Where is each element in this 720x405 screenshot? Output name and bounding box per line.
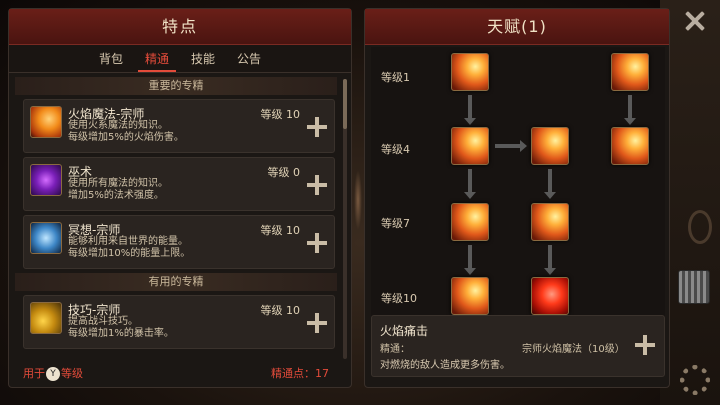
mastery-card-meditation[interactable]: 冥想-宗师 等级 10 能够利用来自世界的能量。 每级增加10%的能量上限。	[23, 215, 335, 269]
gear-icon[interactable]	[680, 365, 710, 395]
add-point-button[interactable]	[306, 116, 328, 138]
mastery-card-fire-magic[interactable]: 火焰魔法-宗师 等级 10 使用火系魔法的知识。 每级增加5%的火焰伤害。	[23, 99, 335, 153]
traits-title: 特点	[9, 9, 351, 45]
footer-hint-suffix: 等级	[61, 367, 83, 380]
inventory-chest-icon[interactable]	[678, 270, 710, 304]
talent-detail-title: 火焰痛击	[380, 324, 429, 338]
talent-title: 天赋(1)	[365, 9, 669, 45]
mastery-level: 等级 0	[267, 166, 301, 179]
mastery-desc-line1: 提高战斗技巧。	[68, 316, 138, 327]
section-header-useful: 有用的专精	[15, 273, 337, 291]
level-label-1: 等级1	[381, 71, 410, 84]
tab-mastery[interactable]: 精通	[137, 45, 176, 72]
level-label-7: 等级7	[381, 217, 410, 230]
close-icon[interactable]	[682, 8, 708, 34]
arrow-down-icon	[544, 169, 556, 199]
mastery-desc: 能够利用来自世界的能量。 每级增加10%的能量上限。	[68, 236, 190, 260]
witchcraft-icon	[30, 164, 62, 196]
talent-fire-strike-icon[interactable]	[531, 277, 569, 315]
talent-fire-icon[interactable]	[611, 127, 649, 165]
level-label-4: 等级4	[381, 143, 410, 156]
add-point-button[interactable]	[306, 232, 328, 254]
mastery-card-skill[interactable]: 技巧-宗师 等级 10 提高战斗技巧。 每级增加1%的暴击率。	[23, 295, 335, 349]
add-point-button[interactable]	[306, 174, 328, 196]
level-label-10: 等级10	[381, 292, 417, 305]
mastery-desc-line1: 能够利用来自世界的能量。	[68, 236, 188, 247]
mastery-desc-line1: 使用火系魔法的知识。	[68, 120, 168, 131]
mastery-desc-line2: 每级增加10%的能量上限。	[68, 248, 191, 259]
mastery-desc-line1: 使用所有魔法的知识。	[68, 178, 168, 189]
section-header-important: 重要的专精	[15, 77, 337, 95]
mastery-level: 等级 10	[260, 224, 301, 237]
mastery-desc: 提高战斗技巧。 每级增加1%的暴击率。	[68, 316, 174, 340]
talent-fire-icon[interactable]	[451, 53, 489, 91]
talent-fire-icon[interactable]	[531, 203, 569, 241]
traits-tabs: 背包 精通 技能 公告	[9, 45, 351, 73]
arrow-down-icon	[464, 169, 476, 199]
mastery-scrollbar[interactable]	[343, 79, 347, 359]
mastery-desc: 使用火系魔法的知识。 每级增加5%的火焰伤害。	[68, 120, 184, 144]
mastery-desc: 使用所有魔法的知识。 增加5%的法术强度。	[68, 178, 168, 202]
arrow-down-icon	[464, 95, 476, 125]
talent-fire-icon[interactable]	[611, 53, 649, 91]
arrow-right-icon	[495, 140, 527, 152]
skill-icon	[30, 302, 62, 334]
talent-detail-req-value: 宗师火焰魔法（10级）	[522, 344, 625, 355]
tab-announcements[interactable]: 公告	[230, 45, 268, 72]
mastery-card-witchcraft[interactable]: 巫术 等级 0 使用所有魔法的知识。 增加5%的法术强度。	[23, 157, 335, 211]
ring-icon	[688, 210, 712, 244]
mastery-level: 等级 10	[260, 304, 301, 317]
mastery-desc-line2: 每级增加5%的火焰伤害。	[68, 132, 184, 143]
add-point-button[interactable]	[306, 312, 328, 334]
talent-fire-icon[interactable]	[531, 127, 569, 165]
talent-fire-icon[interactable]	[451, 203, 489, 241]
mastery-level: 等级 10	[260, 108, 301, 121]
footer-hint: 用于 Y 等级	[23, 365, 83, 381]
y-button-icon: Y	[46, 367, 60, 381]
talent-fire-icon[interactable]	[451, 127, 489, 165]
arrow-down-icon	[464, 245, 476, 275]
arrow-down-icon	[624, 95, 636, 125]
talent-panel: 天赋(1) 等级1 等级4 等级7 等级10 火焰痛击 精通： 宗师火焰魔法（1…	[364, 8, 670, 388]
arrow-down-icon	[544, 245, 556, 275]
mastery-points: 精通点：17	[271, 367, 329, 380]
footer-hint-prefix: 用于	[23, 367, 45, 380]
scrollbar-thumb[interactable]	[343, 79, 347, 129]
fire-magic-icon	[30, 106, 62, 138]
mastery-desc-line2: 每级增加1%的暴击率。	[68, 328, 174, 339]
talent-fire-icon[interactable]	[451, 277, 489, 315]
talent-detail-desc: 对燃烧的敌人造成更多伤害。	[380, 360, 510, 371]
learn-talent-button[interactable]	[634, 334, 656, 356]
divider-ornament	[354, 170, 362, 230]
talent-detail-req-label: 精通：	[380, 344, 410, 355]
talent-tree: 等级1 等级4 等级7 等级10	[371, 47, 665, 317]
mastery-desc-line2: 增加5%的法术强度。	[68, 190, 164, 201]
tab-backpack[interactable]: 背包	[92, 45, 130, 72]
traits-panel: 特点 背包 精通 技能 公告 重要的专精 火焰魔法-宗师 等级 10 使用火系魔…	[8, 8, 352, 388]
meditation-icon	[30, 222, 62, 254]
tab-skills[interactable]: 技能	[184, 45, 222, 72]
talent-detail: 火焰痛击 精通： 宗师火焰魔法（10级） 对燃烧的敌人造成更多伤害。	[371, 315, 665, 377]
